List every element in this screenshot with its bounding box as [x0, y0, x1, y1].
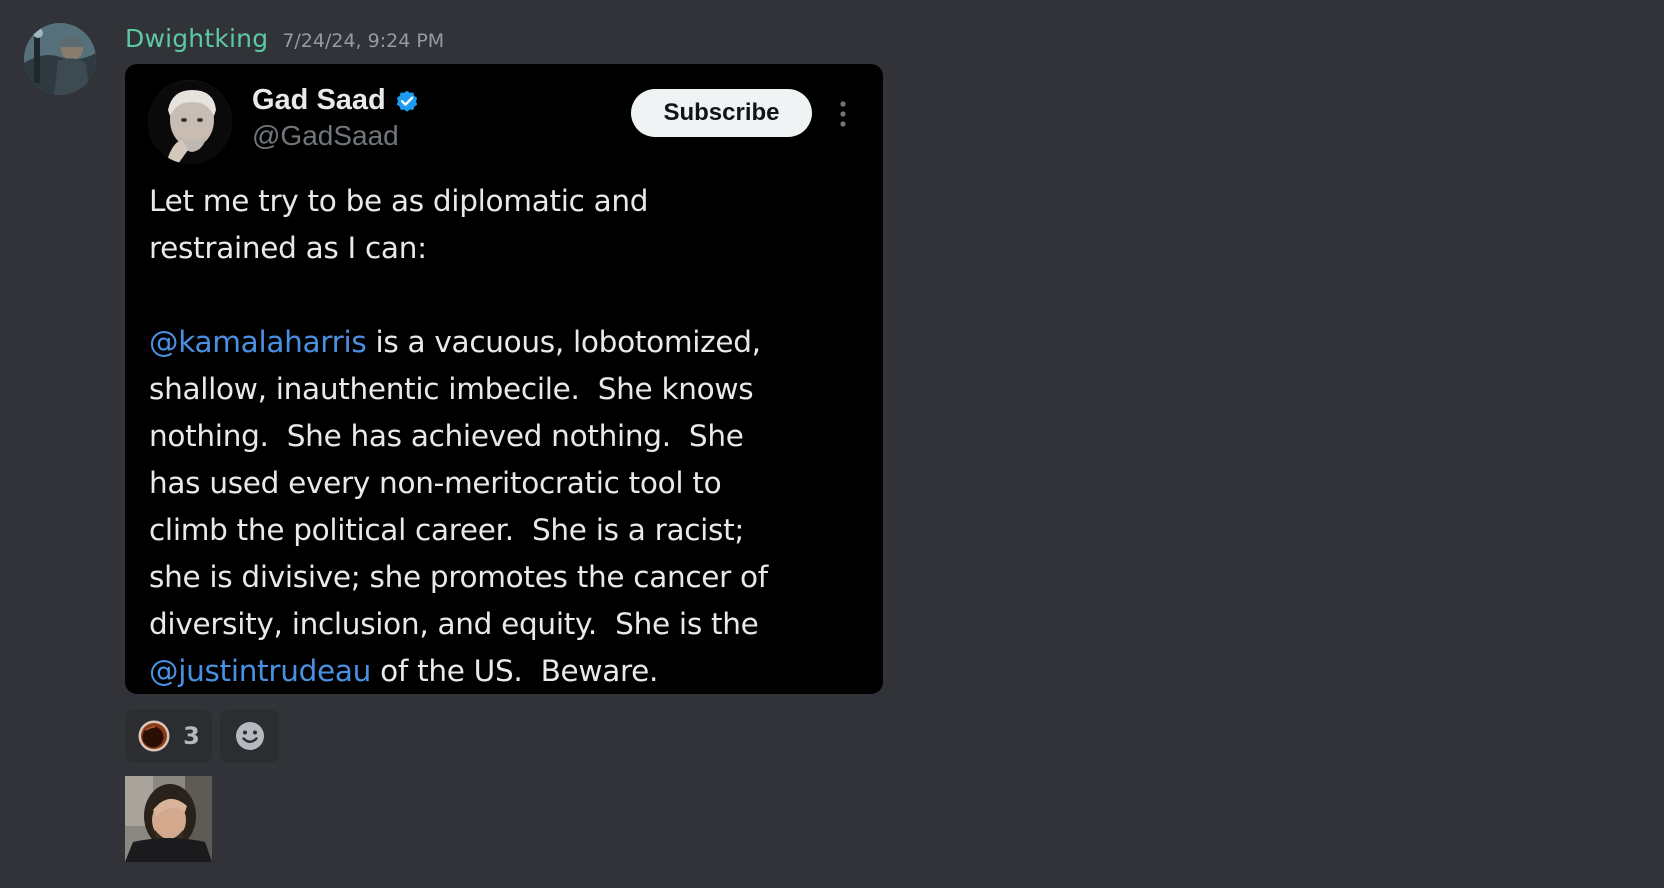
mention-link[interactable]: @kamalaharris [149, 325, 367, 359]
message-header: Dwightking 7/24/24, 9:24 PM [125, 24, 444, 60]
tweet-author-avatar[interactable] [148, 80, 232, 164]
mention-link[interactable]: @justintrudeau [149, 654, 371, 688]
tweet-text-line: restrained as I can: [149, 225, 864, 272]
tweet-text-segment: of the US. Beware. [371, 654, 659, 688]
tweet-text-line: nothing. She has achieved nothing. She [149, 413, 864, 460]
reaction-count: 3 [183, 722, 200, 750]
username[interactable]: Dwightking [125, 24, 268, 53]
tweet-text-segment: has used every non-meritocratic tool to [149, 466, 722, 500]
coffee-cup-icon [138, 720, 170, 752]
tweet-embed[interactable]: Gad Saad @GadSaad Subscribe Let me try t… [125, 64, 883, 694]
tweet-text: Let me try to be as diplomatic and restra… [149, 178, 864, 694]
tweet-text-segment: nothing. She has achieved nothing. She [149, 419, 744, 453]
tweet-text-segment: is a vacuous, lobotomized, [366, 325, 761, 359]
verified-badge-icon [396, 90, 417, 112]
tweet-author-name[interactable]: Gad Saad [252, 84, 386, 117]
subscribe-button[interactable]: Subscribe [631, 89, 812, 137]
tweet-text-segment: shallow, inauthentic imbecile. She knows [149, 372, 754, 406]
tweet-text-line [149, 272, 864, 319]
reactions-bar: 3 [125, 709, 279, 763]
tweet-text-line: she is divisive; she promotes the cancer… [149, 554, 864, 601]
attached-image[interactable] [125, 776, 212, 862]
add-reaction-button[interactable] [220, 709, 279, 763]
tweet-text-line: diversity, inclusion, and equity. She is… [149, 601, 864, 648]
more-options-icon[interactable] [835, 100, 851, 128]
tweet-author-row: Gad Saad [252, 84, 420, 117]
tweet-text-line: has used every non-meritocratic tool to [149, 460, 864, 507]
tweet-author-handle[interactable]: @GadSaad [252, 120, 399, 152]
reaction-coffee[interactable]: 3 [125, 709, 212, 763]
tweet-text-segment: climb the political career. She is a rac… [149, 513, 745, 547]
tweet-text-line: Let me try to be as diplomatic and [149, 178, 864, 225]
user-avatar[interactable] [24, 23, 96, 95]
add-reaction-smile-icon [235, 722, 264, 750]
tweet-text-segment: diversity, inclusion, and equity. She is… [149, 607, 759, 641]
tweet-text-line: climb the political career. She is a rac… [149, 507, 864, 554]
chat-message: Dwightking 7/24/24, 9:24 PM Gad Saad @Ga… [0, 0, 1664, 888]
tweet-text-line: shallow, inauthentic imbecile. She knows [149, 366, 864, 413]
tweet-text-segment: she is divisive; she promotes the cancer… [149, 560, 768, 594]
tweet-text-segment: Let me try to be as diplomatic and [149, 184, 649, 218]
timestamp[interactable]: 7/24/24, 9:24 PM [282, 30, 444, 52]
tweet-text-segment: restrained as I can: [149, 231, 427, 265]
tweet-text-line: @justintrudeau of the US. Beware. [149, 648, 864, 694]
tweet-text-line: @kamalaharris is a vacuous, lobotomized, [149, 319, 864, 366]
